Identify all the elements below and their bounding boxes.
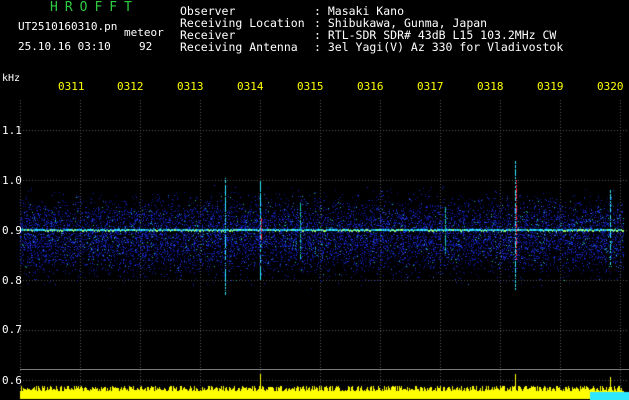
time-tick: 0312 (117, 80, 144, 93)
app-title: HROFFT (50, 0, 139, 15)
time-tick: 0316 (357, 80, 384, 93)
time-tick: 0311 (58, 80, 85, 93)
info-label-antenna: Receiving Antenna (180, 40, 298, 54)
file-name: UT2510160310.pn (18, 20, 118, 33)
event-type-label: meteor (124, 26, 164, 39)
time-tick: 0314 (237, 80, 264, 93)
time-tick: 0319 (537, 80, 564, 93)
info-value-antenna: : 3el Yagi(V) Az 330 for Vladivostok (314, 40, 564, 54)
time-tick: 0315 (297, 80, 324, 93)
freq-tick: 0.6 (2, 374, 22, 387)
time-tick: 0318 (477, 80, 504, 93)
time-tick: 0320 (597, 80, 624, 93)
freq-tick: 1.0 (2, 174, 22, 187)
count-label: 92 (139, 40, 153, 53)
spectrogram-canvas (0, 0, 629, 400)
frequency-unit-label: kHz (2, 73, 21, 84)
time-tick: 0313 (177, 80, 204, 93)
freq-tick: 0.7 (2, 323, 22, 336)
freq-tick: 1.1 (2, 124, 22, 137)
freq-tick: 0.9 (2, 224, 22, 237)
datetime-label: 25.10.16 03:10 (18, 40, 111, 53)
power-panel-divider (20, 369, 629, 370)
time-tick: 0317 (417, 80, 444, 93)
freq-tick: 0.8 (2, 274, 22, 287)
